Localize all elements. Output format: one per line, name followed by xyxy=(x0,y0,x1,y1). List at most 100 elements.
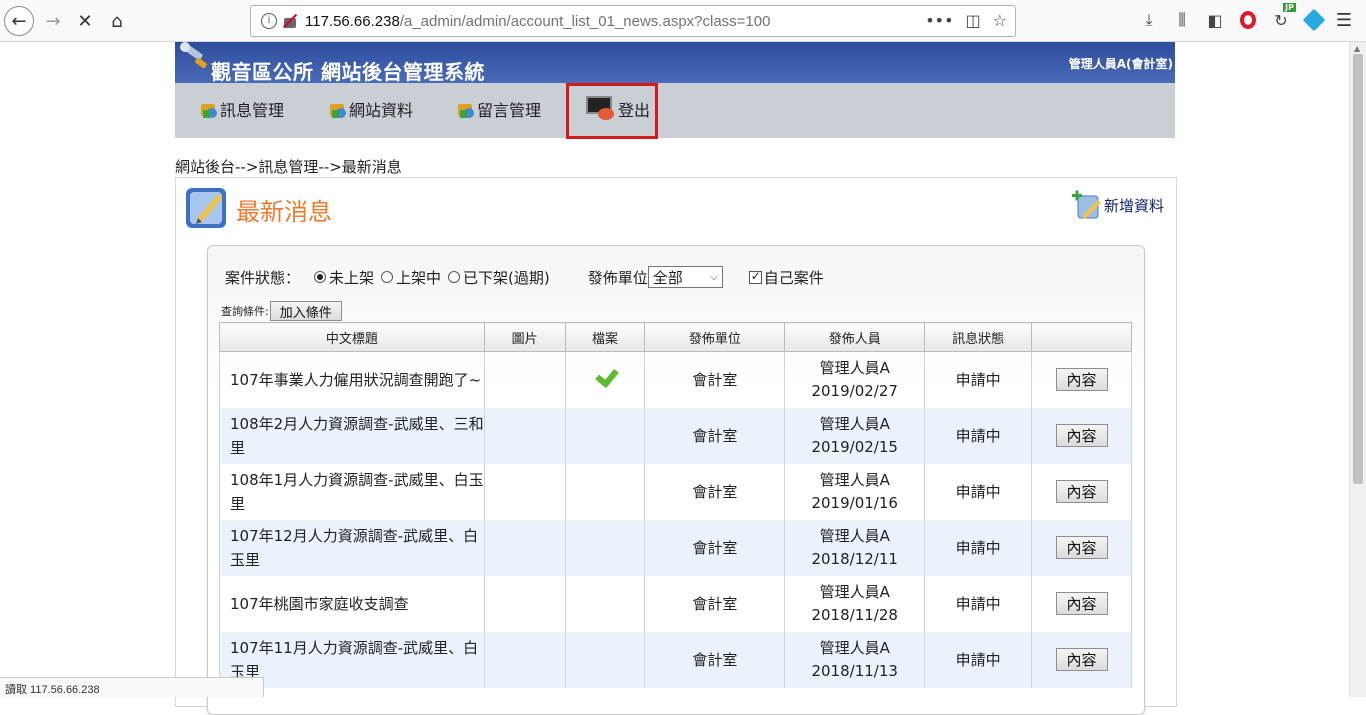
scroll-up-icon[interactable]: ▲ xyxy=(1354,44,1360,53)
col-file[interactable]: 檔案 xyxy=(564,322,646,352)
menu-icon xyxy=(201,100,219,118)
pocket-icon[interactable]: ◫ xyxy=(966,11,981,30)
row-action: 內容 xyxy=(1031,407,1132,464)
browser-status-bar: 讀取 117.56.66.238 xyxy=(0,677,264,697)
row-title: 108年1月人力資源調查-武威里、白玉里 xyxy=(219,463,485,520)
url-host: 117.56.66.238 xyxy=(305,12,400,30)
author-date: 2019/02/15 xyxy=(811,437,898,456)
library-icon[interactable]: ⫼ xyxy=(1171,9,1193,31)
main-menu: 訊息管理 網站資料 留言管理 登出 xyxy=(175,83,1175,139)
content-button[interactable]: 內容 xyxy=(1055,480,1108,503)
menu-item-messages[interactable]: 訊息管理 xyxy=(201,97,284,121)
col-unit[interactable]: 發佈單位 xyxy=(644,322,786,352)
status-option-published[interactable]: 上架中 xyxy=(381,267,441,288)
url-text[interactable]: 117.56.66.238/a_admin/admin/account_list… xyxy=(305,13,770,30)
row-title: 107年桃園市家庭收支調查 xyxy=(219,575,485,632)
condition-row: 查詢條件: 加入條件 xyxy=(221,301,342,321)
row-action: 內容 xyxy=(1031,575,1132,632)
menu-item-guestbook[interactable]: 留言管理 xyxy=(458,97,541,121)
own-cases-label: 自己案件 xyxy=(763,268,824,287)
download-icon[interactable]: ⤓ xyxy=(1138,9,1160,31)
hamburger-menu-icon[interactable]: ☰ xyxy=(1336,10,1352,31)
logout-icon xyxy=(586,96,616,122)
cube-extension-icon[interactable] xyxy=(1302,8,1326,32)
radio-unpublished[interactable] xyxy=(314,271,327,283)
row-unit: 會計室 xyxy=(644,519,786,576)
content-button[interactable]: 內容 xyxy=(1055,424,1108,447)
status-option-unpublished[interactable]: 未上架 xyxy=(314,267,374,288)
content-button[interactable]: 內容 xyxy=(1055,592,1108,615)
table-row: 107年事業人力僱用狀況調查開跑了~ 會計室 管理人員A 2019/02/27 申… xyxy=(219,351,1132,408)
content-button[interactable]: 內容 xyxy=(1055,536,1108,559)
add-record-label: 新增資料 xyxy=(1103,196,1164,215)
condition-label: 查詢條件: xyxy=(221,305,269,318)
address-bar[interactable]: i 117.56.66.238/a_admin/admin/account_li… xyxy=(250,5,1016,37)
status-option-expired[interactable]: 已下架(過期) xyxy=(448,267,550,288)
bookmark-star-icon[interactable]: ☆ xyxy=(993,11,1007,30)
scrollbar-thumb[interactable] xyxy=(1353,54,1363,484)
info-icon[interactable]: i xyxy=(261,13,277,29)
menu-item-label: 網站資料 xyxy=(349,101,414,120)
own-cases-checkbox[interactable] xyxy=(748,269,762,284)
col-title[interactable]: 中文標題 xyxy=(219,322,485,352)
radio-label: 已下架(過期) xyxy=(463,268,550,287)
author-name: 管理人員A xyxy=(819,470,890,489)
author-name: 管理人員A xyxy=(819,526,890,545)
row-title: 108年2月人力資源調查-武威里、三和里 xyxy=(219,407,485,464)
logout-label: 登出 xyxy=(618,101,651,120)
wrench-icon xyxy=(180,42,207,69)
back-icon[interactable]: ← xyxy=(4,6,34,36)
row-image xyxy=(483,407,566,464)
own-cases-option[interactable]: 自己案件 xyxy=(748,267,824,288)
row-status: 申請中 xyxy=(924,575,1033,632)
menu-item-label: 留言管理 xyxy=(477,101,542,120)
row-author: 管理人員A 2018/11/28 xyxy=(784,575,926,632)
row-unit: 會計室 xyxy=(644,407,786,464)
stop-icon[interactable]: ✕ xyxy=(70,6,100,36)
table-header-row: 中文標題 圖片 檔案 發佈單位 發佈人員 訊息狀態 xyxy=(219,322,1132,352)
add-record-link[interactable]: 新增資料 xyxy=(1070,188,1164,222)
unit-select-value: 全部 xyxy=(652,268,683,287)
more-actions-icon[interactable]: ••• xyxy=(925,11,953,30)
forward-icon[interactable]: → xyxy=(38,6,68,36)
chevron-down-icon: ⌵ xyxy=(710,271,718,283)
col-image[interactable]: 圖片 xyxy=(483,322,566,352)
row-unit: 會計室 xyxy=(644,463,786,520)
row-author: 管理人員A 2019/01/16 xyxy=(784,463,926,520)
row-image xyxy=(483,463,566,520)
insecure-lock-icon[interactable] xyxy=(283,13,297,29)
menu-icon xyxy=(458,100,476,118)
row-image xyxy=(483,631,566,688)
sidebar-icon[interactable]: ◧ xyxy=(1204,9,1226,31)
home-icon[interactable]: ⌂ xyxy=(102,6,132,36)
logout-button[interactable]: 登出 xyxy=(586,96,650,122)
row-action: 內容 xyxy=(1031,519,1132,576)
edit-document-icon xyxy=(186,188,226,228)
table-row: 108年1月人力資源調查-武威里、白玉里 會計室 管理人員A 2019/01/16… xyxy=(219,463,1132,520)
add-condition-button[interactable]: 加入條件 xyxy=(269,301,342,321)
unit-label: 發佈單位 xyxy=(587,268,648,287)
url-path: /a_admin/admin/account_list_01_news.aspx… xyxy=(399,12,771,30)
radio-expired[interactable] xyxy=(448,271,461,283)
col-author[interactable]: 發佈人員 xyxy=(784,322,926,352)
row-status: 申請中 xyxy=(924,407,1033,464)
row-unit: 會計室 xyxy=(644,631,786,688)
page-scrollbar[interactable]: ▲ xyxy=(1349,42,1366,697)
row-action: 內容 xyxy=(1031,351,1132,408)
menu-item-website-data[interactable]: 網站資料 xyxy=(330,97,413,121)
content-button[interactable]: 內容 xyxy=(1055,368,1108,392)
site-title: 觀音區公所 網站後台管理系統 xyxy=(211,60,485,84)
author-date: 2019/01/16 xyxy=(811,493,898,512)
opera-extension-icon[interactable] xyxy=(1237,9,1259,31)
radio-published[interactable] xyxy=(381,271,394,283)
col-status[interactable]: 訊息狀態 xyxy=(924,322,1033,352)
row-image xyxy=(483,519,566,576)
translate-extension-icon[interactable]: ↻ JP xyxy=(1270,3,1296,31)
row-title: 107年事業人力僱用狀況調查開跑了~ xyxy=(219,351,485,408)
author-date: 2019/02/27 xyxy=(811,381,898,400)
row-author: 管理人員A 2019/02/27 xyxy=(784,351,926,408)
content-button[interactable]: 內容 xyxy=(1055,648,1108,671)
radio-label: 未上架 xyxy=(329,268,375,287)
browser-toolbar: ← → ✕ ⌂ i 117.56.66.238/a_admin/admin/ac… xyxy=(0,0,1366,42)
unit-select[interactable]: 全部 ⌵ xyxy=(647,266,723,288)
